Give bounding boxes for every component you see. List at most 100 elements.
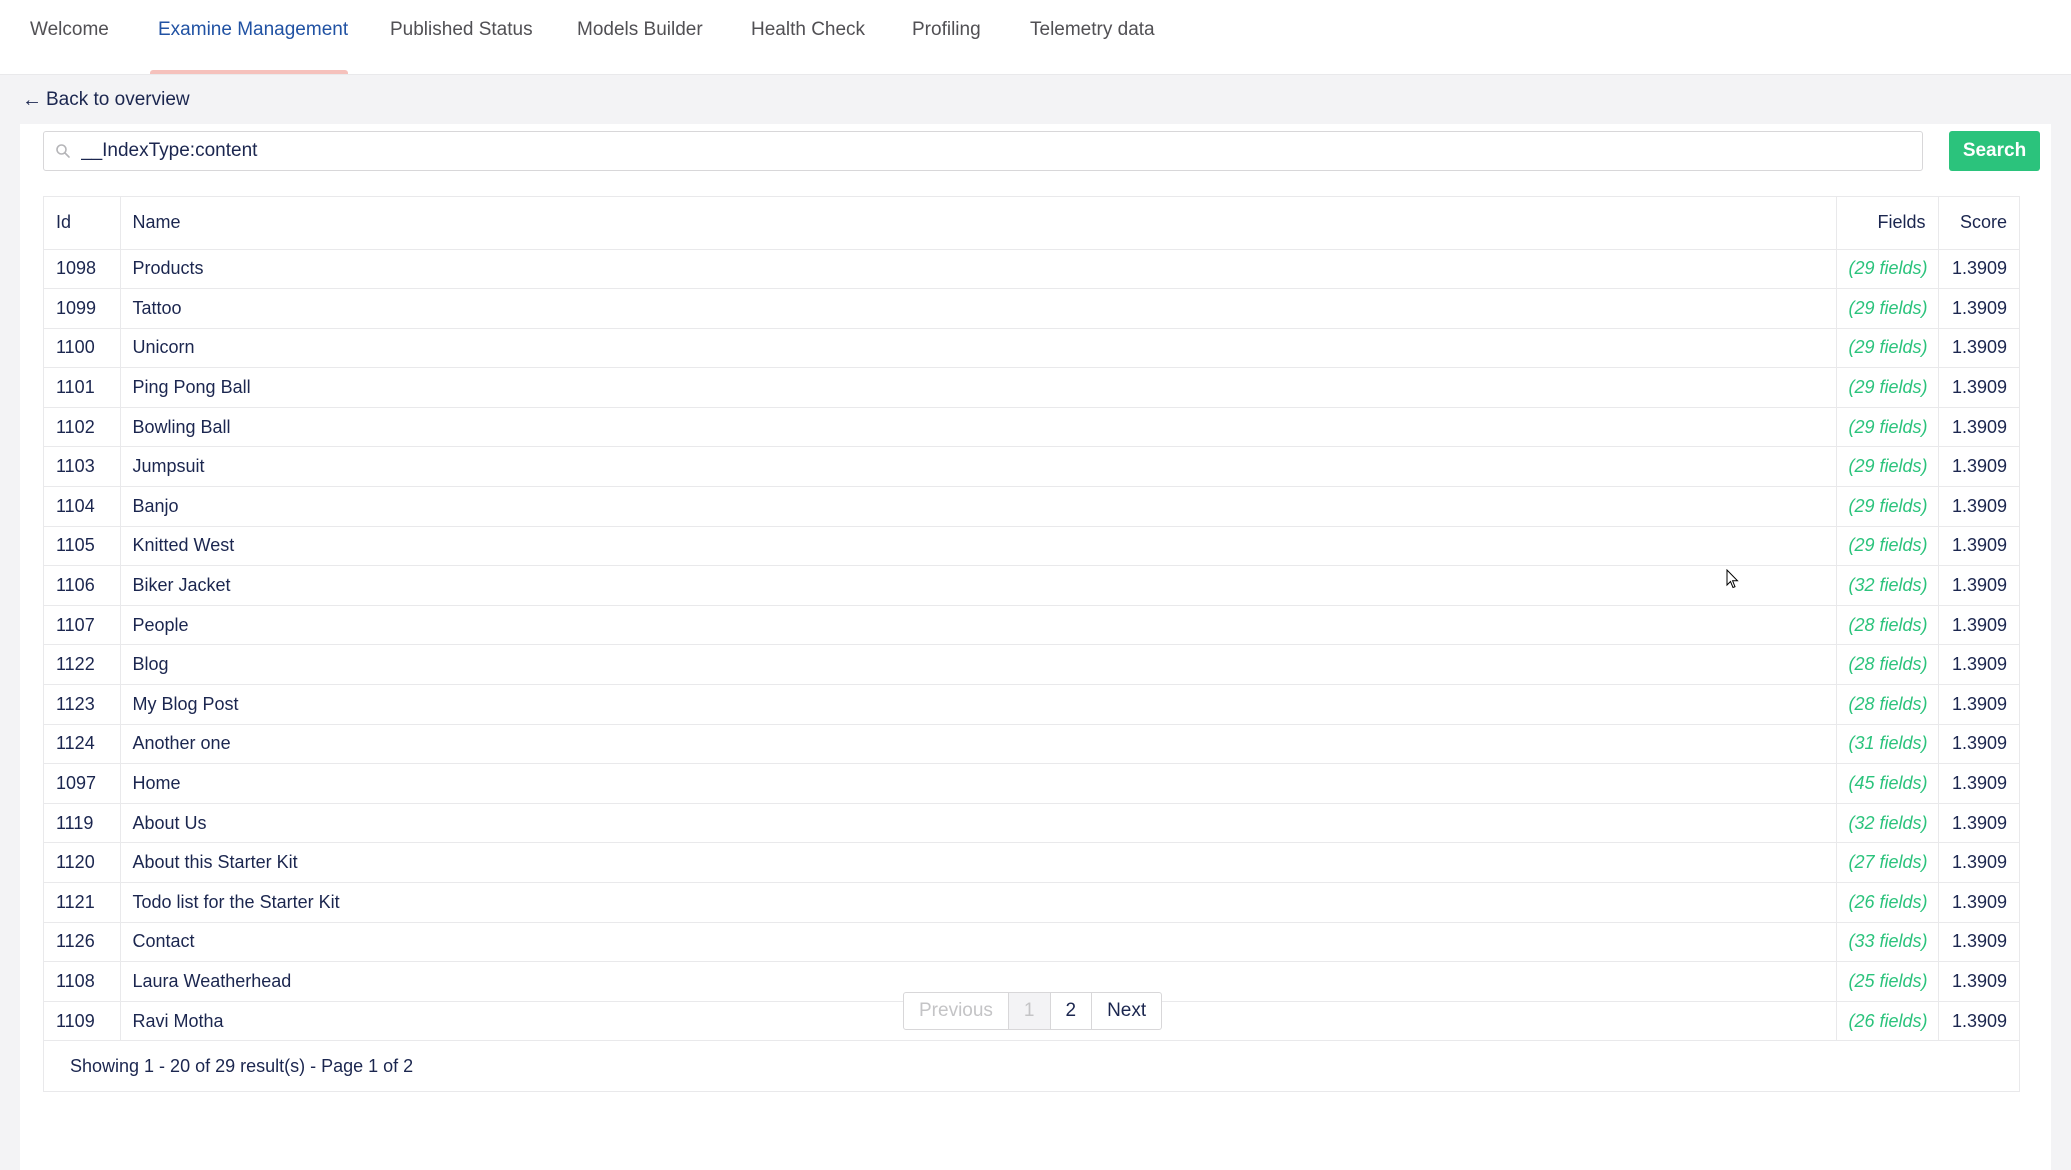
row-name: Home (120, 763, 1837, 804)
back-link-label: Back to overview (46, 89, 190, 110)
row-fields-link[interactable]: (25 fields) (1836, 961, 1939, 1002)
row-fields-link[interactable]: (29 fields) (1836, 328, 1939, 369)
row-fields-link[interactable]: (28 fields) (1836, 684, 1939, 725)
row-fields-link[interactable]: (31 fields) (1836, 724, 1939, 765)
row-fields-link[interactable]: (29 fields) (1836, 249, 1939, 290)
row-name: Jumpsuit (120, 446, 1837, 488)
row-id: 1105 (44, 526, 121, 567)
row-fields-link[interactable]: (29 fields) (1836, 446, 1939, 488)
row-score: 1.3909 (1938, 644, 2019, 686)
row-name: About Us (120, 803, 1837, 844)
row-name: My Blog Post (120, 684, 1837, 725)
header-score: Score (1938, 197, 2019, 250)
tab-models-builder[interactable]: Models Builder (577, 0, 703, 75)
top-tab-bar: Welcome Examine Management Published Sta… (0, 0, 2071, 75)
table-row: 1100 Unicorn (29 fields) 1.3909 (44, 328, 2019, 369)
table-row: 1101 Ping Pong Ball (29 fields) 1.3909 (44, 367, 2019, 408)
tab-health-check[interactable]: Health Check (751, 0, 865, 75)
row-score: 1.3909 (1938, 565, 2019, 606)
row-score: 1.3909 (1938, 526, 2019, 567)
search-input[interactable] (81, 132, 1911, 170)
row-fields-link[interactable]: (28 fields) (1836, 605, 1939, 646)
search-bar: Search (43, 131, 2040, 171)
results-summary: Showing 1 - 20 of 29 result(s) - Page 1 … (70, 1056, 414, 1077)
row-id: 1099 (44, 288, 121, 329)
row-id: 1102 (44, 407, 121, 448)
row-fields-link[interactable]: (45 fields) (1836, 763, 1939, 804)
row-name: Banjo (120, 486, 1837, 527)
examine-panel: Search Id Name Fields Score 1098Products… (20, 124, 2051, 1170)
row-name: Todo list for the Starter Kit (120, 882, 1837, 923)
row-fields-link[interactable]: (29 fields) (1836, 367, 1939, 408)
row-fields-link[interactable]: (29 fields) (1836, 407, 1939, 448)
row-name: People (120, 605, 1837, 646)
search-field[interactable] (43, 131, 1923, 171)
row-name: Bowling Ball (120, 407, 1837, 448)
table-row: 1120 About this Starter Kit (27 fields) 1.3… (44, 842, 2019, 883)
row-id: 1098 (44, 249, 121, 290)
table-row: 1121 Todo list for the Starter Kit (26 fie… (44, 882, 2019, 923)
row-name: About this Starter Kit (120, 842, 1837, 883)
page-1-button[interactable]: 1 (1008, 993, 1051, 1029)
tab-profiling[interactable]: Profiling (912, 0, 981, 75)
row-fields-link[interactable]: (28 fields) (1836, 644, 1939, 686)
header-id: Id (44, 197, 121, 250)
row-score: 1.3909 (1938, 882, 2019, 923)
row-id: 1120 (44, 842, 121, 883)
table-row: 1103 Jumpsuit (29 fields) 1.3909 (44, 446, 2019, 488)
row-fields-link[interactable]: (27 fields) (1836, 842, 1939, 883)
row-name: Ping Pong Ball (120, 367, 1837, 408)
row-score: 1.3909 (1938, 328, 2019, 369)
mouse-pointer-icon (1726, 569, 1739, 589)
tab-welcome[interactable]: Welcome (30, 0, 109, 75)
header-name: Name (120, 197, 1837, 250)
back-to-overview-link[interactable]: ← Back to overview (22, 86, 190, 114)
row-fields-link[interactable]: (32 fields) (1836, 803, 1939, 844)
previous-page-button[interactable]: Previous (904, 993, 1009, 1029)
row-fields-link[interactable]: (29 fields) (1836, 526, 1939, 567)
row-score: 1.3909 (1938, 1001, 2019, 1042)
next-page-button[interactable]: Next (1092, 993, 1161, 1029)
row-score: 1.3909 (1938, 922, 2019, 963)
table-row: 1126 Contact (33 fields) 1.3909 (44, 922, 2019, 963)
table-row: 1098 Products (29 fields) 1.3909 (44, 249, 2019, 290)
row-score: 1.3909 (1938, 367, 2019, 408)
page-2-button[interactable]: 2 (1051, 993, 1093, 1029)
back-arrow-icon: ← (22, 88, 42, 111)
row-fields-link[interactable]: (26 fields) (1836, 882, 1939, 923)
row-id: 1126 (44, 922, 121, 963)
table-header-row: Id Name Fields Score (44, 197, 2019, 250)
results-table: Id Name Fields Score 1098 Products (29 fie… (44, 197, 2019, 1042)
table-row: 1124 Another one (31 fields) 1.3909 (44, 724, 2019, 765)
row-name: Tattoo (120, 288, 1837, 329)
row-name: Biker Jacket (120, 565, 1837, 606)
tab-examine-management[interactable]: Examine Management (158, 0, 348, 75)
row-id: 1121 (44, 882, 121, 923)
table-row: 1123 My Blog Post (28 fields) 1.3909 (44, 684, 2019, 725)
row-fields-link[interactable]: (29 fields) (1836, 486, 1939, 527)
row-score: 1.3909 (1938, 249, 2019, 290)
row-fields-link[interactable]: (32 fields) (1836, 565, 1939, 606)
row-name: Knitted West (120, 526, 1837, 567)
tab-telemetry-data[interactable]: Telemetry data (1030, 0, 1155, 75)
search-button[interactable]: Search (1949, 131, 2040, 171)
row-score: 1.3909 (1938, 842, 2019, 883)
active-tab-indicator (150, 70, 348, 74)
search-icon (56, 144, 70, 158)
row-fields-link[interactable]: (33 fields) (1836, 922, 1939, 963)
row-fields-link[interactable]: (26 fields) (1836, 1001, 1939, 1042)
row-id: 1108 (44, 961, 121, 1002)
row-name: Blog (120, 644, 1837, 686)
results-table-container: Id Name Fields Score 1098 Products (29 fie… (43, 196, 2020, 1093)
row-score: 1.3909 (1938, 724, 2019, 765)
row-score: 1.3909 (1938, 684, 2019, 725)
table-row: 1099 Tattoo (29 fields) 1.3909 (44, 288, 2019, 329)
row-id: 1103 (44, 446, 121, 488)
tab-published-status[interactable]: Published Status (390, 0, 533, 75)
table-row: 1119 About Us (32 fields) 1.3909 (44, 803, 2019, 844)
row-id: 1124 (44, 724, 121, 765)
row-fields-link[interactable]: (29 fields) (1836, 288, 1939, 329)
row-score: 1.3909 (1938, 803, 2019, 844)
row-score: 1.3909 (1938, 486, 2019, 527)
row-score: 1.3909 (1938, 605, 2019, 646)
